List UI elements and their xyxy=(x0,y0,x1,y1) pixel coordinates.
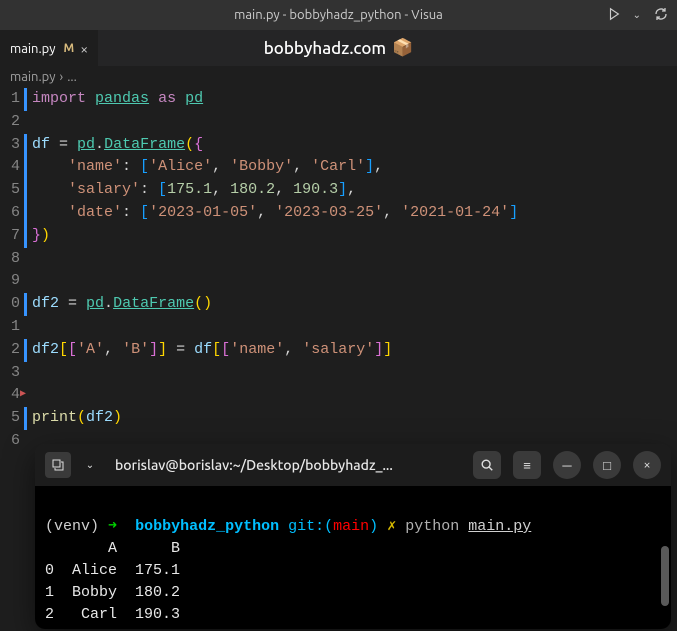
code-line: }) xyxy=(32,225,677,248)
breadcrumb-more: ... xyxy=(67,70,77,84)
breadcrumb-file: main.py xyxy=(10,70,56,84)
terminal-dropdown-icon[interactable]: ⌄ xyxy=(79,452,101,478)
code-line: 'salary': [175.1, 180.2, 190.3], xyxy=(32,179,677,202)
terminal-output-row: 0 Alice 175.1 xyxy=(45,562,180,579)
code-line: print(df2) xyxy=(32,407,677,430)
terminal-body[interactable]: (venv) ➜ bobbyhadz_python git:(main) ✗ p… xyxy=(35,486,671,629)
window-title: main.py - bobbyhadz_python - Visua xyxy=(234,8,443,22)
terminal-titlebar[interactable]: ⌄ borislav@borislav:~/Desktop/bobbyhadz_… xyxy=(35,444,671,486)
code-line xyxy=(32,316,677,339)
terminal-window: ⌄ borislav@borislav:~/Desktop/bobbyhadz_… xyxy=(35,444,671,629)
breadcrumb[interactable]: main.py › ... xyxy=(0,66,677,88)
terminal-output-row: 1 Bobby 180.2 xyxy=(45,584,180,601)
fold-marker-icon[interactable]: ▶ xyxy=(20,384,26,407)
code-line xyxy=(32,111,677,134)
terminal-output-header: A B xyxy=(45,540,180,557)
close-tab-icon[interactable]: × xyxy=(80,41,88,57)
tab-bar: main.py M × bobbyhadz.com 📦 xyxy=(0,30,677,66)
terminal-output-row: 2 Carl 190.3 xyxy=(45,606,180,623)
watermark-text: bobbyhadz.com xyxy=(264,39,386,58)
code-line: df2 = pd.DataFrame() xyxy=(32,293,677,316)
code-line xyxy=(32,362,677,385)
terminal-new-tab-button[interactable] xyxy=(45,452,71,478)
terminal-scrollbar[interactable] xyxy=(661,546,669,606)
run-icon[interactable] xyxy=(607,7,621,24)
code-line xyxy=(32,270,677,293)
modified-badge: M xyxy=(64,42,75,55)
search-icon[interactable] xyxy=(473,451,501,479)
code-editor[interactable]: 1 2 3 4 5 6 7 8 9 0 1 2 3 4▶ 5 6 import … xyxy=(0,88,677,453)
code-line: 'date': ['2023-01-05', '2023-03-25', '20… xyxy=(32,202,677,225)
watermark: bobbyhadz.com 📦 xyxy=(264,38,414,58)
code-line: import pandas as pd xyxy=(32,88,677,111)
hamburger-menu-icon[interactable]: ≡ xyxy=(513,451,541,479)
minimize-button[interactable]: ─ xyxy=(553,451,581,479)
run-dropdown-icon[interactable]: ⌄ xyxy=(633,9,641,21)
code-line xyxy=(32,248,677,271)
window-title-bar: main.py - bobbyhadz_python - Visua ⌄ xyxy=(0,0,677,30)
terminal-title: borislav@borislav:~/Desktop/bobbyhadz_..… xyxy=(109,457,461,473)
chevron-right-icon: › xyxy=(60,70,64,84)
package-icon: 📦 xyxy=(392,38,413,58)
title-bar-actions: ⌄ xyxy=(607,6,669,25)
tab-filename: main.py xyxy=(10,42,56,56)
maximize-button[interactable]: □ xyxy=(593,451,621,479)
code-line xyxy=(32,384,677,407)
tab-main-py[interactable]: main.py M × xyxy=(0,30,98,66)
code-line: df2[['A', 'B']] = df[['name', 'salary']] xyxy=(32,339,677,362)
close-button[interactable]: × xyxy=(633,451,661,479)
sync-icon[interactable] xyxy=(653,6,669,25)
code-line: df = pd.DataFrame({ xyxy=(32,134,677,157)
code-line: 'name': ['Alice', 'Bobby', 'Carl'], xyxy=(32,156,677,179)
code-area[interactable]: import pandas as pd df = pd.DataFrame({ … xyxy=(28,88,677,453)
